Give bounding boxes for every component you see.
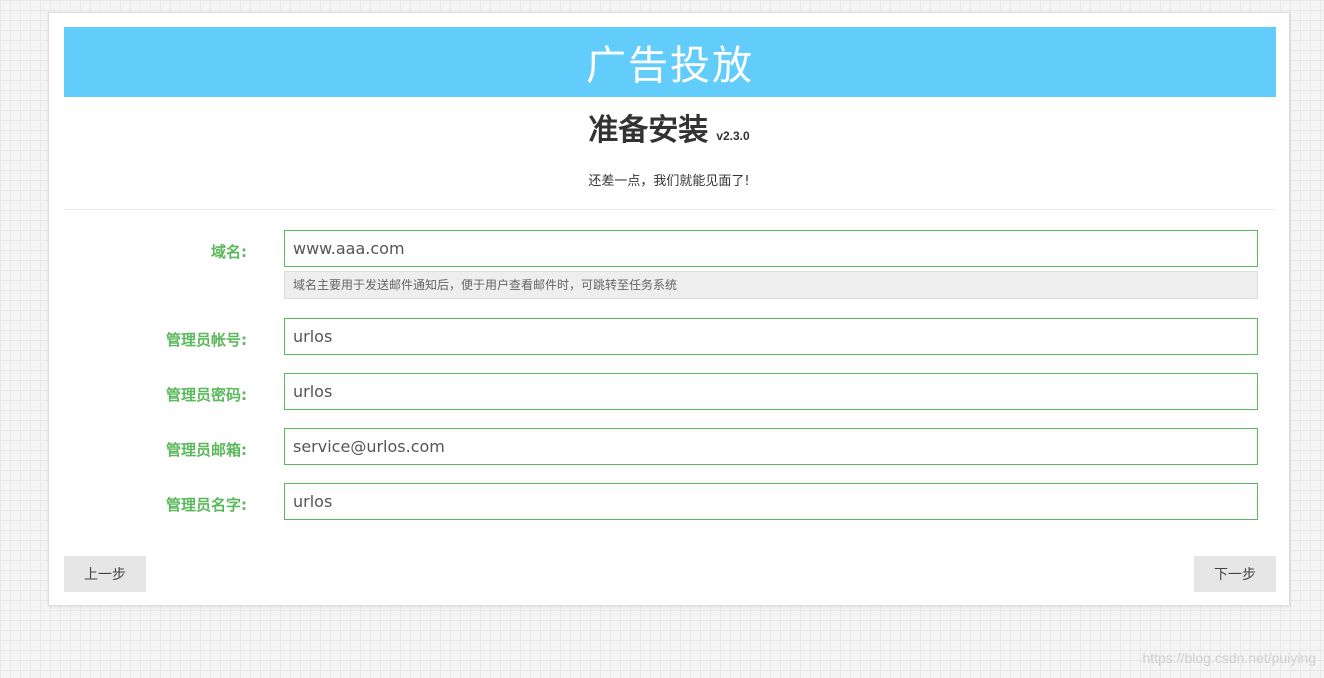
admin-email-label: 管理员邮箱: xyxy=(166,441,247,459)
page-title: 准备安装 xyxy=(588,113,709,148)
domain-help-text: 域名主要用于发送邮件通知后，便于用户查看邮件时，可跳转至任务系统 xyxy=(284,271,1258,299)
admin-name-input[interactable] xyxy=(284,483,1258,520)
page-subtitle: 还差一点，我们就能见面了! xyxy=(588,174,750,189)
next-step-button[interactable]: 下一步 xyxy=(1194,556,1276,592)
prev-step-button[interactable]: 上一步 xyxy=(64,556,146,592)
domain-input[interactable] xyxy=(284,230,1258,267)
version-label: v2.3.0 xyxy=(716,129,750,143)
banner-title: 广告投放 xyxy=(586,43,754,89)
domain-label: 域名: xyxy=(211,243,247,261)
divider xyxy=(64,209,1276,210)
admin-name-label: 管理员名字: xyxy=(166,496,247,514)
header-banner: 广告投放 xyxy=(64,27,1276,97)
page-heading: 准备安装 v2.3.0 xyxy=(49,105,1289,149)
admin-account-label: 管理员帐号: xyxy=(166,331,247,349)
admin-account-input[interactable] xyxy=(284,318,1258,355)
admin-email-input[interactable] xyxy=(284,428,1258,465)
admin-password-input[interactable] xyxy=(284,373,1258,410)
install-card: 广告投放 准备安装 v2.3.0 还差一点，我们就能见面了! 域名: 域名主要用于… xyxy=(48,12,1290,606)
watermark: https://blog.csdn.net/puiying xyxy=(1142,650,1316,666)
admin-password-label: 管理员密码: xyxy=(166,386,247,404)
